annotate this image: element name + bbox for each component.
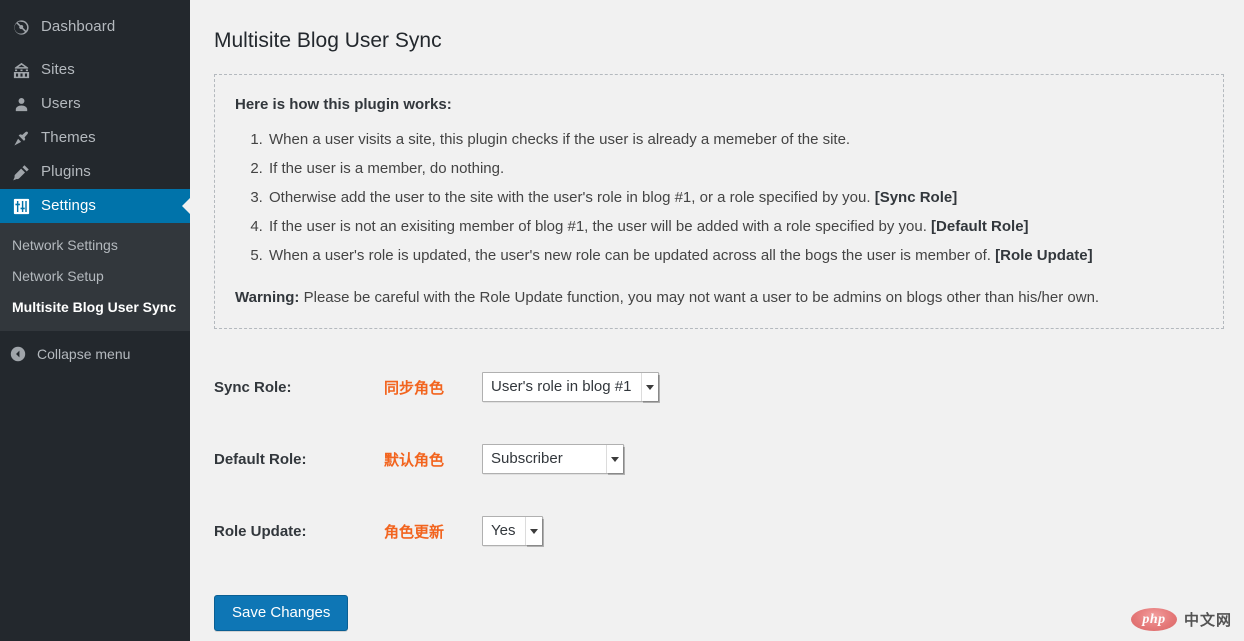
list-item: When a user's role is updated, the user'… (267, 241, 1205, 270)
role-update-label: Role Update: (214, 522, 307, 540)
themes-icon (11, 128, 31, 148)
role-update-label-cn: 角色更新 (384, 523, 445, 541)
sidebar-menu: Dashboard Sites Users Themes Plugins Set… (0, 0, 190, 223)
page-title: Multisite Blog User Sync (214, 29, 442, 52)
warning-label: Warning: (235, 289, 300, 307)
sidebar-item-label: Sites (41, 61, 75, 78)
sidebar-subitem-network-setup[interactable]: Network Setup (0, 261, 190, 292)
sidebar-item-label: Users (41, 95, 81, 112)
plugins-icon (11, 162, 31, 182)
form-row-role-update: Role Update: 角色更新 Yes (214, 509, 1224, 553)
step-tag: [Default Role] (931, 218, 1029, 236)
settings-icon (11, 196, 31, 216)
step-text: Otherwise add the user to the site with … (269, 189, 871, 207)
sidebar-separator (0, 44, 190, 53)
role-update-select[interactable]: Yes (482, 516, 543, 547)
step-text: When a user's role is updated, the user'… (269, 247, 991, 265)
sidebar-item-label: Dashboard (41, 18, 116, 35)
how-it-works-panel: Here is how this plugin works: When a us… (214, 74, 1224, 330)
step-tag: [Role Update] (995, 247, 1093, 265)
default-role-label: Default Role: (214, 450, 307, 468)
sync-role-label-cn: 同步角色 (384, 379, 445, 397)
form-row-default-role: Default Role: 默认角色 Subscriber (214, 437, 1224, 481)
settings-form: Sync Role: 同步角色 User's role in blog #1 D… (214, 365, 1224, 632)
users-icon (11, 94, 31, 114)
step-text: If the user is not an exisiting member o… (269, 218, 927, 236)
sync-role-label: Sync Role: (214, 378, 292, 396)
sync-role-select[interactable]: User's role in blog #1 (482, 372, 659, 403)
warning-body: Please be careful with the Role Update f… (303, 289, 1100, 307)
sidebar-item-users[interactable]: Users (0, 87, 190, 121)
php-logo-icon: php (1130, 608, 1177, 631)
collapse-menu-button[interactable]: Collapse menu (0, 337, 190, 371)
save-changes-button[interactable]: Save Changes (214, 595, 349, 632)
sidebar-item-label: Plugins (41, 163, 91, 180)
how-it-works-heading: Here is how this plugin works: (235, 96, 452, 114)
sidebar-item-themes[interactable]: Themes (0, 121, 190, 155)
list-item: If the user is a member, do nothing. (267, 154, 1205, 183)
default-role-select[interactable]: Subscriber (482, 444, 624, 475)
role-update-select-wrap: Yes (482, 516, 543, 547)
list-item: When a user visits a site, this plugin c… (267, 125, 1205, 154)
admin-sidebar: Dashboard Sites Users Themes Plugins Set… (0, 0, 190, 641)
collapse-menu-label: Collapse menu (37, 346, 131, 362)
admin-page: Dashboard Sites Users Themes Plugins Set… (0, 0, 1244, 641)
how-it-works-list: When a user visits a site, this plugin c… (233, 125, 1205, 270)
sidebar-item-plugins[interactable]: Plugins (0, 155, 190, 189)
sidebar-item-dashboard[interactable]: Dashboard (0, 10, 190, 44)
step-text: If the user is a member, do nothing. (269, 160, 505, 178)
dashboard-icon (11, 17, 31, 37)
list-item: If the user is not an exisiting member o… (267, 212, 1205, 241)
sync-role-select-wrap: User's role in blog #1 (482, 372, 659, 403)
sidebar-item-settings[interactable]: Settings (0, 189, 190, 223)
warning-text: Warning: Please be careful with the Role… (235, 287, 1205, 308)
watermark: php 中文网 (1130, 608, 1232, 631)
default-role-select-wrap: Subscriber (482, 444, 624, 475)
default-role-label-cn: 默认角色 (384, 451, 445, 469)
sidebar-subitem-network-settings[interactable]: Network Settings (0, 230, 190, 261)
sidebar-subitem-multisite-blog-user-sync[interactable]: Multisite Blog User Sync (0, 292, 190, 323)
sites-icon (11, 60, 31, 80)
chevron-left-circle-icon (8, 344, 28, 364)
sidebar-item-label: Settings (41, 197, 96, 214)
step-tag: [Sync Role] (874, 189, 958, 207)
watermark-text: 中文网 (1183, 612, 1232, 629)
step-text: When a user visits a site, this plugin c… (269, 131, 851, 149)
list-item: Otherwise add the user to the site with … (267, 183, 1205, 212)
sidebar-submenu-settings: Network Settings Network Setup Multisite… (0, 223, 190, 331)
sidebar-item-sites[interactable]: Sites (0, 53, 190, 87)
sidebar-item-label: Themes (41, 129, 96, 146)
form-row-sync-role: Sync Role: 同步角色 User's role in blog #1 (214, 365, 1224, 409)
main-content: Multisite Blog User Sync Here is how thi… (190, 0, 1244, 641)
